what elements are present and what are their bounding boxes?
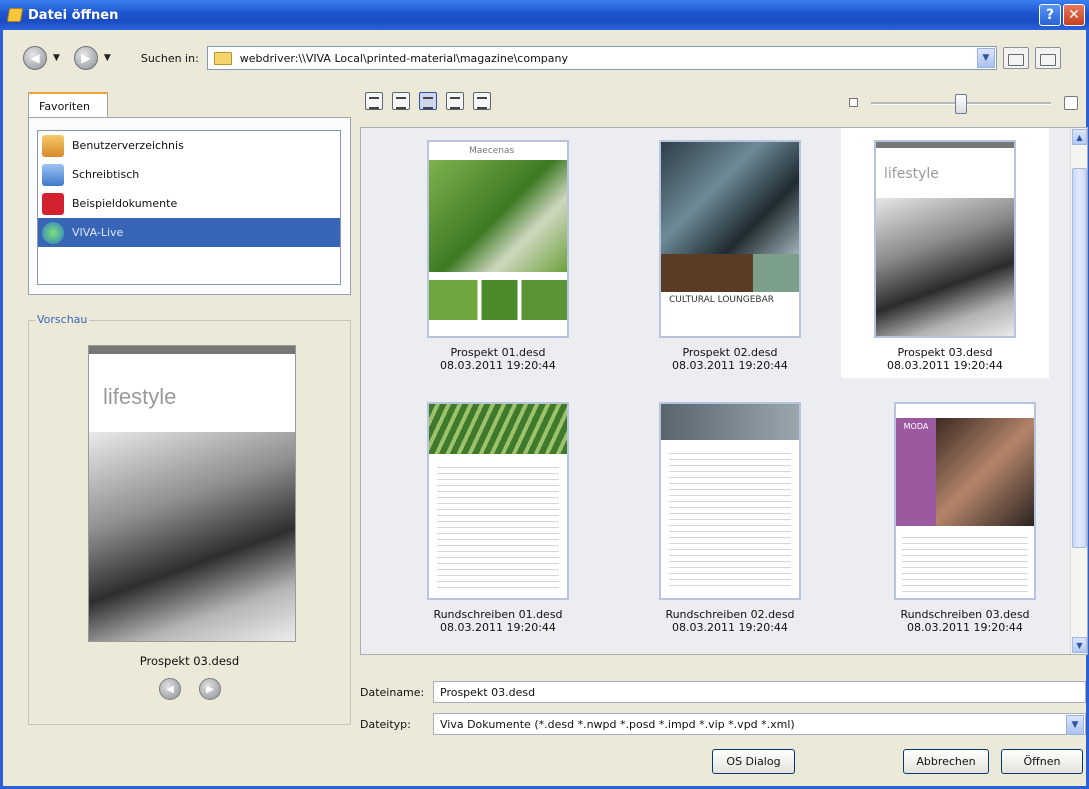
back-button[interactable]: ◀ <box>23 46 47 70</box>
file-date: 08.03.2011 19:20:44 <box>440 359 556 372</box>
file-name: Prospekt 01.desd <box>450 346 546 359</box>
file-name: Rundschreiben 02.desd <box>665 608 795 621</box>
preview-image: lifestyle <box>88 345 296 642</box>
title-bar[interactable]: Datei öffnen ? ✕ <box>0 0 1089 30</box>
thumbnail-heading: Maecenas <box>469 146 515 156</box>
favorites-list: Benutzerverzeichnis Schreibtisch Beispie… <box>37 130 341 285</box>
file-thumbnail: lifestyle <box>874 140 1016 338</box>
desktop-icon <box>42 163 64 186</box>
tab-favorites[interactable]: Favoriten <box>28 92 108 118</box>
thumbnail-heading: lifestyle <box>884 166 939 182</box>
favorite-label: Beispieldokumente <box>72 197 178 210</box>
open-file-dialog: Datei öffnen ? ✕ ◀ ▼ ▶ ▼ Suchen in: webd… <box>0 0 1089 789</box>
favorites-panel: Benutzerverzeichnis Schreibtisch Beispie… <box>28 117 351 295</box>
preview-prev-button[interactable]: ◀ <box>159 678 181 700</box>
view-mode-bar <box>365 92 500 114</box>
toolbar: ◀ ▼ ▶ ▼ Suchen in: webdriver:\\VIVA Loca… <box>23 40 1083 76</box>
favorite-item-home[interactable]: Benutzerverzeichnis <box>38 131 340 160</box>
favorite-item-examples[interactable]: Beispieldokumente <box>38 189 340 218</box>
zoom-slider-thumb[interactable] <box>955 94 967 114</box>
forward-dropdown-icon[interactable]: ▼ <box>104 53 111 63</box>
file-item[interactable]: MODA Rundschreiben 03.desd 08.03.2011 19… <box>861 390 1069 640</box>
scroll-down-icon[interactable]: ▼ <box>1072 637 1087 653</box>
filetype-value: Viva Dokumente (*.desd *.nwpd *.posd *.i… <box>440 717 795 731</box>
file-thumbnail: Maecenas <box>427 140 569 338</box>
file-thumbnail <box>427 402 569 600</box>
viva-logo-icon <box>42 192 64 215</box>
app-icon <box>6 8 24 22</box>
vertical-scrollbar[interactable]: ▲ ▼ <box>1070 128 1087 654</box>
view-preview-icon[interactable] <box>473 92 491 110</box>
new-folder-button[interactable] <box>1034 47 1061 69</box>
scroll-up-icon[interactable]: ▲ <box>1072 129 1087 145</box>
file-date: 08.03.2011 19:20:44 <box>887 359 1003 372</box>
preview-label: Vorschau <box>35 313 90 326</box>
close-button[interactable]: ✕ <box>1063 4 1085 26</box>
file-item[interactable]: Maecenas Prospekt 01.desd 08.03.2011 19:… <box>394 128 602 378</box>
open-button[interactable]: Öffnen <box>1001 749 1083 774</box>
look-in-label: Suchen in: <box>140 51 199 65</box>
folder-icon <box>213 51 232 65</box>
favorite-label: VIVA-Live <box>72 226 124 239</box>
preview-next-button[interactable]: ▶ <box>199 678 221 700</box>
thumbnail-heading: CULTURAL LOUNGEBAR <box>669 295 774 305</box>
view-list-icon[interactable] <box>365 92 383 110</box>
file-item-selected[interactable]: lifestyle Prospekt 03.desd 08.03.2011 19… <box>841 128 1049 378</box>
scrollbar-thumb[interactable] <box>1072 168 1087 548</box>
filename-input[interactable]: Prospekt 03.desd <box>433 681 1086 703</box>
path-value: webdriver:\\VIVA Local\printed-material\… <box>239 51 568 65</box>
favorite-label: Benutzerverzeichnis <box>72 139 184 152</box>
thumbnail-heading: MODA <box>896 418 936 526</box>
view-thumbnails-icon[interactable] <box>419 92 437 110</box>
file-name: Prospekt 03.desd <box>897 346 993 359</box>
filename-label: Dateiname: <box>360 686 425 699</box>
file-thumbnail: CULTURAL LOUNGEBAR <box>659 140 801 338</box>
favorite-label: Schreibtisch <box>72 168 140 181</box>
path-dropdown-icon[interactable]: ▼ <box>976 48 995 68</box>
file-name: Rundschreiben 01.desd <box>433 608 563 621</box>
file-date: 08.03.2011 19:20:44 <box>672 621 788 634</box>
file-item[interactable]: CULTURAL LOUNGEBAR Prospekt 02.desd 08.0… <box>626 128 834 378</box>
zoom-out-icon[interactable] <box>849 98 858 107</box>
file-date: 08.03.2011 19:20:44 <box>672 359 788 372</box>
filetype-label: Dateityp: <box>360 718 411 731</box>
up-folder-button[interactable] <box>1002 47 1029 69</box>
preview-heading: lifestyle <box>103 384 177 409</box>
file-thumbnail: MODA <box>894 402 1036 600</box>
back-dropdown-icon[interactable]: ▼ <box>53 53 60 63</box>
filetype-dropdown-icon[interactable]: ▼ <box>1066 715 1084 735</box>
favorite-item-desktop[interactable]: Schreibtisch <box>38 160 340 189</box>
file-name: Rundschreiben 03.desd <box>900 608 1030 621</box>
preview-caption: Prospekt 03.desd <box>139 654 240 668</box>
file-date: 08.03.2011 19:20:44 <box>440 621 556 634</box>
cancel-button[interactable]: Abbrechen <box>903 749 989 774</box>
forward-button[interactable]: ▶ <box>73 46 98 70</box>
file-item[interactable]: Rundschreiben 02.desd 08.03.2011 19:20:4… <box>626 390 834 640</box>
os-dialog-button[interactable]: OS Dialog <box>712 749 795 774</box>
view-details-icon[interactable] <box>392 92 410 110</box>
view-tiles-icon[interactable] <box>446 92 464 110</box>
globe-icon <box>42 221 64 244</box>
zoom-slider[interactable] <box>871 94 1051 114</box>
path-combobox[interactable]: webdriver:\\VIVA Local\printed-material\… <box>206 46 997 70</box>
help-button[interactable]: ? <box>1039 4 1061 26</box>
home-folder-icon <box>42 134 64 157</box>
favorite-item-viva-live[interactable]: VIVA-Live <box>38 218 340 247</box>
file-item[interactable]: Rundschreiben 01.desd 08.03.2011 19:20:4… <box>394 390 602 640</box>
file-thumbnail <box>659 402 801 600</box>
window-title: Datei öffnen <box>28 7 119 23</box>
file-date: 08.03.2011 19:20:44 <box>907 621 1023 634</box>
file-name: Prospekt 02.desd <box>682 346 778 359</box>
filetype-select[interactable]: Viva Dokumente (*.desd *.nwpd *.posd *.i… <box>433 713 1086 735</box>
file-grid: Maecenas Prospekt 01.desd 08.03.2011 19:… <box>360 127 1088 655</box>
zoom-in-icon[interactable] <box>1064 96 1078 110</box>
